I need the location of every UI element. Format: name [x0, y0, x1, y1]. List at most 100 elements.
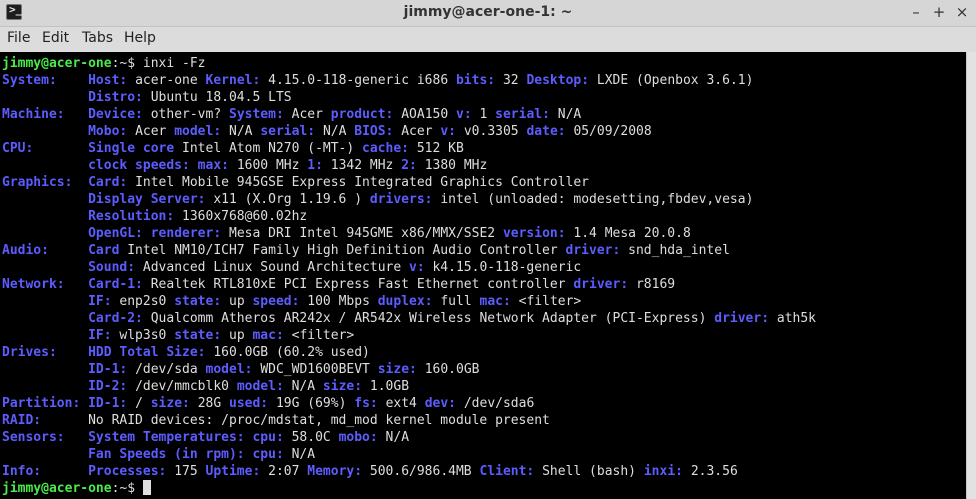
output-line: Graphics: Card: Intel Mobile 945GSE Expr… [2, 174, 816, 191]
output-value [2, 226, 88, 241]
output-label: Partition: [2, 396, 89, 411]
output-line: Partition: ID-1: / size: 28G used: 19G (… [2, 395, 816, 412]
maximize-button[interactable]: + [929, 2, 949, 22]
output-line: Audio: Card Intel NM10/ICH7 Family High … [2, 242, 816, 259]
output-label: state: [174, 328, 229, 343]
close-button[interactable]: × [952, 2, 972, 22]
output-value: 1 [479, 107, 496, 122]
prompt-suffix: :~$ [111, 481, 143, 496]
output-label: cpu: [252, 447, 292, 462]
output-value [2, 90, 88, 105]
output-label: driver: [573, 277, 636, 292]
output-label: ID-1: [88, 362, 136, 377]
output-label: System Temperatures: [88, 430, 253, 445]
output-value: ath5k [776, 311, 817, 326]
output-line: RAID: No RAID devices: /proc/mdstat, md_… [2, 412, 816, 429]
inxi-output: System: Host: acer-one Kernel: 4.15.0-11… [2, 72, 816, 480]
output-value: 160.0GB [424, 362, 480, 377]
output-value [2, 447, 88, 462]
output-value: 32 [502, 73, 527, 88]
output-value: 1600 MHz [236, 158, 308, 173]
output-value: 1360x768@60.02hz [182, 209, 308, 224]
output-label: cpu: [252, 430, 292, 445]
output-label: HDD Total Size: [88, 345, 214, 360]
output-value: 175 [174, 464, 206, 479]
output-line: Mobo: Acer model: N/A serial: N/A BIOS: … [2, 123, 816, 140]
output-label: product: [330, 107, 402, 122]
output-label: Memory: [307, 464, 370, 479]
title-bar[interactable]: >_ jimmy@acer-one-1: ~ – + × [0, 0, 976, 27]
output-label: IF: [88, 328, 120, 343]
terminal-area[interactable]: jimmy@acer-one:~$ inxi -Fz System: Host:… [0, 52, 966, 499]
output-label: inxi: [643, 464, 691, 479]
output-label: System: [2, 73, 89, 88]
output-label: IF: [88, 294, 120, 309]
output-value: N/A [291, 447, 316, 462]
output-value: intel (unloaded: modesetting,fbdev,vesa) [440, 192, 754, 207]
output-value: No RAID devices: /proc/mdstat, md_mod ke… [88, 413, 550, 428]
output-value: N/A [291, 379, 323, 394]
active-prompt-line[interactable]: jimmy@acer-one:~$ [2, 480, 816, 497]
output-value: 1342 MHz [330, 158, 402, 173]
output-line: ID-2: /dev/mmcblk0 model: N/A size: 1.0G… [2, 378, 816, 395]
text-cursor [142, 480, 151, 495]
terminal-output: jimmy@acer-one:~$ inxi -Fz System: Host:… [2, 55, 816, 497]
output-label: dev: [424, 396, 464, 411]
output-line: OpenGL: renderer: Mesa DRI Intel 945GME … [2, 225, 816, 242]
minimize-button[interactable]: – [906, 2, 926, 22]
output-value: <filter> [518, 294, 582, 309]
output-label: Card [88, 243, 128, 258]
output-value: 28G [197, 396, 229, 411]
output-value: Ubuntu 18.04.5 LTS [150, 90, 292, 105]
output-label: v: [409, 260, 433, 275]
output-value [2, 158, 88, 173]
output-label: mobo: [338, 430, 386, 445]
output-label: bits: [455, 73, 503, 88]
output-value: Acer [291, 107, 331, 122]
output-value: wlp3s0 [119, 328, 175, 343]
output-label: Card-2: [88, 311, 151, 326]
output-value: x11 (X.Org 1.19.6 ) [213, 192, 370, 207]
output-value: Realtek RTL810xE PCI Express Fast Ethern… [150, 277, 574, 292]
output-value: 05/09/2008 [573, 124, 652, 139]
output-label: speed: [252, 294, 308, 309]
output-label: CPU: [2, 141, 89, 156]
output-value: Intel NM10/ICH7 Family High Definition A… [127, 243, 566, 258]
output-value: Qualcomm Atheros AR242x / AR542x Wireles… [150, 311, 715, 326]
output-label: 1: [307, 158, 331, 173]
output-label: Processes: [88, 464, 175, 479]
output-value: 100 Mbps [307, 294, 378, 309]
prompt-suffix: :~$ [111, 56, 143, 71]
output-label: serial: [495, 107, 558, 122]
output-line: CPU: Single core Intel Atom N270 (-MT-) … [2, 140, 816, 157]
output-line: Info: Processes: 175 Uptime: 2:07 Memory… [2, 463, 816, 480]
output-value: N/A [229, 124, 261, 139]
output-value: up [229, 328, 253, 343]
output-line: IF: wlp3s0 state: up mac: <filter> [2, 327, 816, 344]
output-label: ID-1: [88, 396, 136, 411]
menu-edit[interactable]: Edit [42, 30, 69, 46]
output-label: Sensors: [2, 430, 89, 445]
output-value: /dev/sda [135, 362, 206, 377]
output-value: 19G (69%) [275, 396, 355, 411]
output-line: IF: enp2s0 state: up speed: 100 Mbps dup… [2, 293, 816, 310]
output-label: System: [229, 107, 292, 122]
output-value: 500.6/986.4MB [369, 464, 480, 479]
command-text: inxi -Fz [142, 56, 206, 71]
output-value [2, 294, 88, 309]
output-value: AOA150 [401, 107, 457, 122]
output-label: Display Server: [88, 192, 214, 207]
output-label: size: [377, 362, 425, 377]
output-label: clock speeds: [88, 158, 198, 173]
menu-help[interactable]: Help [124, 30, 156, 46]
prompt-user-host: jimmy@acer-one [2, 56, 112, 71]
output-label: Sound: [88, 260, 143, 275]
output-line: Sound: Advanced Linux Sound Architecture… [2, 259, 816, 276]
output-label: renderer: [150, 226, 229, 241]
scrollbar[interactable] [966, 52, 976, 499]
output-label: Device: [88, 107, 151, 122]
output-value [2, 362, 88, 377]
menu-bar: File Edit Tabs Help [0, 27, 976, 50]
menu-tabs[interactable]: Tabs [82, 30, 113, 46]
menu-file[interactable]: File [7, 30, 30, 46]
